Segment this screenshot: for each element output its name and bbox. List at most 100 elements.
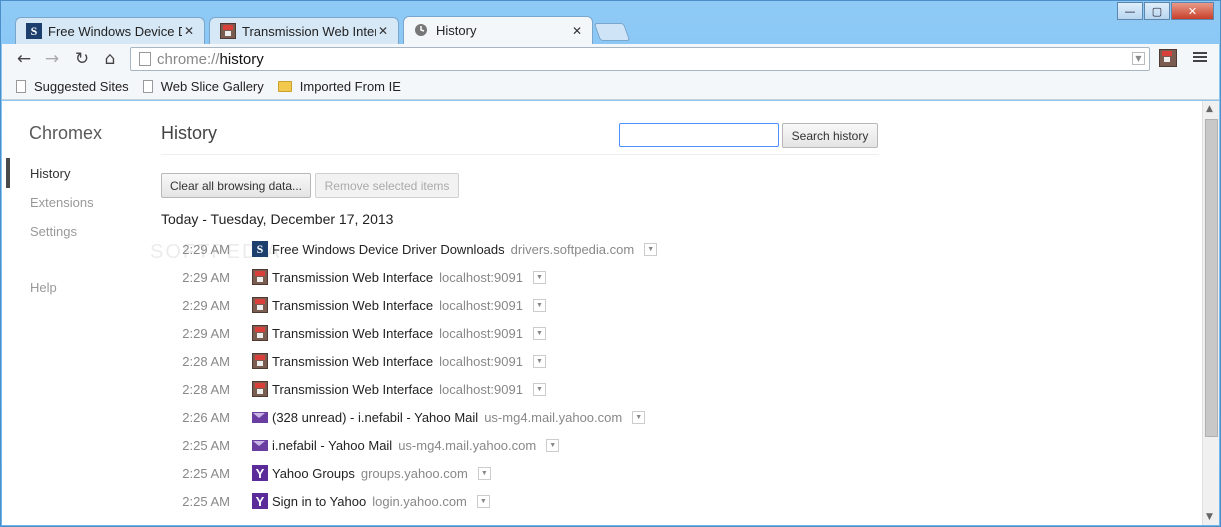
yahoo-icon: Y xyxy=(252,493,268,509)
entry-title-link[interactable]: Transmission Web Interface xyxy=(272,354,433,369)
sidebar-item-settings[interactable]: Settings xyxy=(30,224,77,239)
yahoo-mail-icon xyxy=(252,411,268,423)
chevron-down-icon[interactable]: ▼ xyxy=(1132,52,1145,65)
chevron-down-icon[interactable]: ▼ xyxy=(644,242,658,256)
entry-title-link[interactable]: Free Windows Device Driver Downloads xyxy=(272,242,505,257)
tab-title: Transmission Web Interfac xyxy=(242,23,376,39)
entry-time: 2:26 AM xyxy=(182,409,230,425)
chevron-down-icon[interactable]: ▼ xyxy=(532,326,546,340)
folder-icon xyxy=(277,81,292,92)
history-entry[interactable]: 2:26 AM (328 unread) - i.nefabil - Yahoo … xyxy=(152,406,646,428)
entry-domain: us-mg4.mail.yahoo.com xyxy=(484,409,623,425)
close-icon[interactable]: ✕ xyxy=(182,24,196,38)
sidebar-item-history[interactable]: History xyxy=(30,166,70,181)
transmission-icon xyxy=(252,381,268,397)
transmission-icon xyxy=(252,325,268,341)
chevron-down-icon[interactable]: ▼ xyxy=(476,494,490,508)
entry-time: 2:29 AM xyxy=(182,269,230,285)
tab-title: Free Windows Device Driv xyxy=(48,23,182,39)
chevron-down-icon[interactable]: ▼ xyxy=(477,466,491,480)
entry-time: 2:29 AM xyxy=(182,325,230,341)
entry-time: 2:28 AM xyxy=(182,381,230,397)
bookmarks-bar: Suggested Sites Web Slice Gallery Import… xyxy=(2,74,1219,100)
entry-title-link[interactable]: Transmission Web Interface xyxy=(272,298,433,313)
chevron-down-icon[interactable]: ▼ xyxy=(532,354,546,368)
entry-domain: localhost:9091 xyxy=(439,325,523,341)
tab-strip: S Free Windows Device Driv ✕ Transmissio… xyxy=(7,15,907,44)
url-text: chrome://history xyxy=(157,50,264,68)
home-button[interactable]: ⌂ xyxy=(100,49,120,69)
transmission-icon xyxy=(252,269,268,285)
chevron-down-icon[interactable]: ▼ xyxy=(532,382,546,396)
softpedia-icon: S xyxy=(26,23,42,39)
entry-time: 2:29 AM xyxy=(182,241,230,257)
reload-button[interactable]: ↻ xyxy=(72,49,92,69)
chevron-down-icon[interactable]: ▼ xyxy=(546,438,560,452)
address-bar[interactable]: chrome://history ▼ xyxy=(130,47,1150,71)
entry-title-link[interactable]: i.nefabil - Yahoo Mail xyxy=(272,438,392,453)
remove-selected-button[interactable]: Remove selected items xyxy=(315,173,459,198)
close-icon[interactable]: ✕ xyxy=(570,24,584,38)
vertical-scrollbar[interactable]: ▲ ▼ xyxy=(1202,101,1219,525)
scrollbar-thumb[interactable] xyxy=(1205,119,1218,437)
entry-domain: drivers.softpedia.com xyxy=(510,241,635,257)
history-entry[interactable]: 2:28 AM Transmission Web Interface localho… xyxy=(152,350,546,372)
entry-domain: us-mg4.mail.yahoo.com xyxy=(398,437,537,453)
page-icon xyxy=(142,80,153,93)
maximize-button[interactable]: ▢ xyxy=(1144,2,1170,20)
close-window-button[interactable]: ✕ xyxy=(1171,2,1214,20)
history-entry[interactable]: 2:25 AM Y Sign in to Yahoo login.yahoo.com ▼ xyxy=(152,490,490,512)
nav-selection-marker xyxy=(6,158,10,188)
transmission-icon xyxy=(220,23,236,39)
scroll-down-icon[interactable]: ▼ xyxy=(1206,512,1213,522)
window-controls: — ▢ ✕ xyxy=(1116,2,1214,20)
search-input[interactable] xyxy=(619,123,779,147)
day-heading: Today - Tuesday, December 17, 2013 xyxy=(161,211,394,227)
entry-title-link[interactable]: Sign in to Yahoo xyxy=(272,494,366,509)
bookmark-imported-from-ie[interactable]: Imported From IE xyxy=(277,79,401,94)
entry-title-link[interactable]: (328 unread) - i.nefabil - Yahoo Mail xyxy=(272,410,478,425)
browser-window: — ▢ ✕ S Free Windows Device Driv ✕ Trans… xyxy=(0,0,1221,527)
bookmark-web-slice-gallery[interactable]: Web Slice Gallery xyxy=(142,79,264,94)
clear-browsing-data-button[interactable]: Clear all browsing data... xyxy=(161,173,311,198)
history-entry[interactable]: 2:29 AM S Free Windows Device Driver Downl… xyxy=(152,238,658,260)
entry-title-link[interactable]: Transmission Web Interface xyxy=(272,270,433,285)
chevron-down-icon[interactable]: ▼ xyxy=(632,410,646,424)
tab-transmission[interactable]: Transmission Web Interfac ✕ xyxy=(209,17,399,44)
sidebar-title: Chromex xyxy=(29,123,103,143)
history-entry[interactable]: 2:29 AM Transmission Web Interface localho… xyxy=(152,322,546,344)
entry-time: 2:25 AM xyxy=(182,493,230,509)
entry-title-link[interactable]: Transmission Web Interface xyxy=(272,382,433,397)
close-icon[interactable]: ✕ xyxy=(376,24,390,38)
transmission-extension-icon[interactable] xyxy=(1159,49,1177,67)
entry-domain: groups.yahoo.com xyxy=(360,465,468,481)
chevron-down-icon[interactable]: ▼ xyxy=(532,298,546,312)
bookmark-suggested-sites[interactable]: Suggested Sites xyxy=(16,79,129,94)
menu-icon[interactable] xyxy=(1193,50,1207,64)
entry-title-link[interactable]: Yahoo Groups xyxy=(272,466,355,481)
history-entry[interactable]: 2:25 AM i.nefabil - Yahoo Mail us-mg4.mail… xyxy=(152,434,560,456)
minimize-button[interactable]: — xyxy=(1117,2,1143,20)
tab-softpedia[interactable]: S Free Windows Device Driv ✕ xyxy=(15,17,205,44)
scroll-up-icon[interactable]: ▲ xyxy=(1206,104,1213,114)
yahoo-mail-icon xyxy=(252,439,268,451)
history-entry[interactable]: 2:25 AM Y Yahoo Groups groups.yahoo.com ▼ xyxy=(152,462,491,484)
entry-domain: localhost:9091 xyxy=(439,381,523,397)
entry-time: 2:25 AM xyxy=(182,465,230,481)
back-button[interactable]: ← xyxy=(14,49,34,69)
chevron-down-icon[interactable]: ▼ xyxy=(532,270,546,284)
search-history-button[interactable]: Search history xyxy=(782,123,878,148)
history-entry[interactable]: 2:28 AM Transmission Web Interface localho… xyxy=(152,378,546,400)
page-icon xyxy=(139,52,151,66)
entry-domain: localhost:9091 xyxy=(439,353,523,369)
entry-title-link[interactable]: Transmission Web Interface xyxy=(272,326,433,341)
entry-domain: login.yahoo.com xyxy=(372,493,467,509)
history-entry[interactable]: 2:29 AM Transmission Web Interface localho… xyxy=(152,294,546,316)
forward-button[interactable]: → xyxy=(42,49,62,69)
sidebar-item-extensions[interactable]: Extensions xyxy=(30,195,94,210)
new-tab-button[interactable] xyxy=(593,23,631,41)
tab-history[interactable]: History ✕ xyxy=(403,16,593,44)
entry-domain: localhost:9091 xyxy=(439,269,523,285)
history-entry[interactable]: 2:29 AM Transmission Web Interface localho… xyxy=(152,266,546,288)
sidebar-item-help[interactable]: Help xyxy=(30,280,57,295)
